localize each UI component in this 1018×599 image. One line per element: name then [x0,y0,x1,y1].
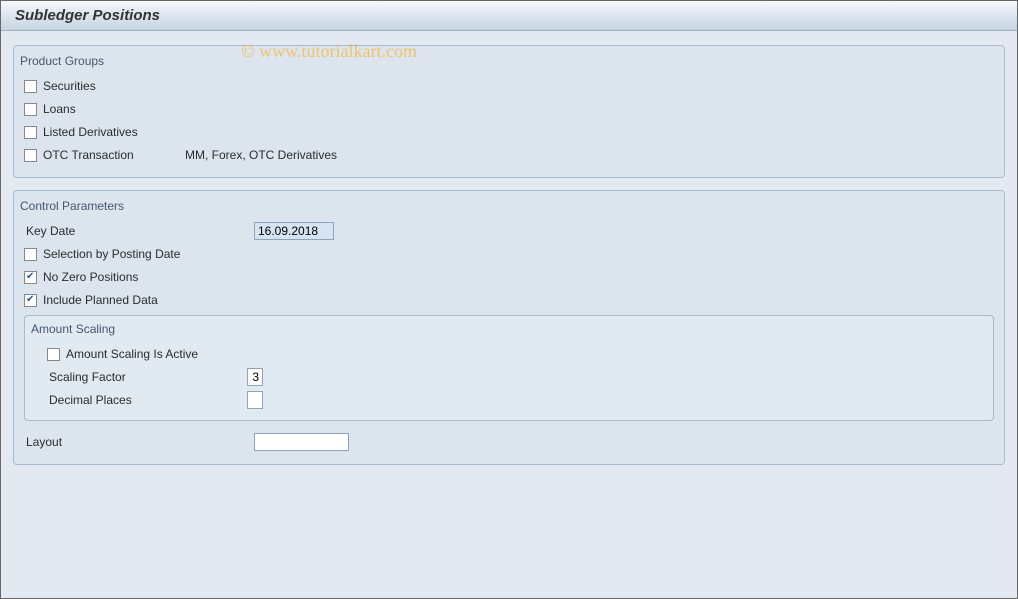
label-key-date: Key Date [24,224,254,238]
row-layout: Layout [24,431,994,453]
fieldset-product-groups: Product Groups Securities Loans Listed D… [13,45,1005,178]
checkbox-selection-posting[interactable] [24,248,37,261]
row-listed-derivatives: Listed Derivatives [24,121,994,143]
label-loans: Loans [41,102,76,116]
checkbox-scaling-active[interactable] [47,348,60,361]
row-otc-transaction: OTC Transaction MM, Forex, OTC Derivativ… [24,144,994,166]
row-loans: Loans [24,98,994,120]
row-include-planned: Include Planned Data [24,289,994,311]
row-scaling-active: Amount Scaling Is Active [47,343,983,365]
label-include-planned: Include Planned Data [41,293,158,307]
label-no-zero: No Zero Positions [41,270,138,284]
checkbox-include-planned[interactable] [24,294,37,307]
label-securities: Securities [41,79,96,93]
label-listed-derivatives: Listed Derivatives [41,125,138,139]
label-layout: Layout [24,435,224,449]
fieldset-control-parameters: Control Parameters Key Date Selection by… [13,190,1005,465]
fieldset-title-control-parameters: Control Parameters [20,199,124,213]
checkbox-loans[interactable] [24,103,37,116]
page-title: Subledger Positions [1,1,1017,31]
input-key-date[interactable] [254,222,334,240]
label-decimal-places: Decimal Places [47,393,247,407]
content-area: © www.tutorialkart.com Product Groups Se… [1,31,1017,598]
label-otc-transaction: OTC Transaction [41,148,161,162]
checkbox-listed-derivatives[interactable] [24,126,37,139]
label-scaling-active: Amount Scaling Is Active [64,347,198,361]
label-otc-extra: MM, Forex, OTC Derivatives [185,148,337,162]
input-scaling-factor[interactable] [247,368,263,386]
label-scaling-factor: Scaling Factor [47,370,247,384]
fieldset-amount-scaling: Amount Scaling Amount Scaling Is Active … [24,315,994,421]
row-securities: Securities [24,75,994,97]
input-layout[interactable] [254,433,349,451]
row-scaling-factor: Scaling Factor [47,366,983,388]
input-decimal-places[interactable] [247,391,263,409]
row-key-date: Key Date [24,220,994,242]
fieldset-title-product-groups: Product Groups [20,54,104,68]
checkbox-securities[interactable] [24,80,37,93]
checkbox-otc-transaction[interactable] [24,149,37,162]
label-selection-posting: Selection by Posting Date [41,247,180,261]
checkbox-no-zero[interactable] [24,271,37,284]
row-selection-posting: Selection by Posting Date [24,243,994,265]
row-no-zero: No Zero Positions [24,266,994,288]
row-decimal-places: Decimal Places [47,389,983,411]
fieldset-title-amount-scaling: Amount Scaling [31,322,115,336]
